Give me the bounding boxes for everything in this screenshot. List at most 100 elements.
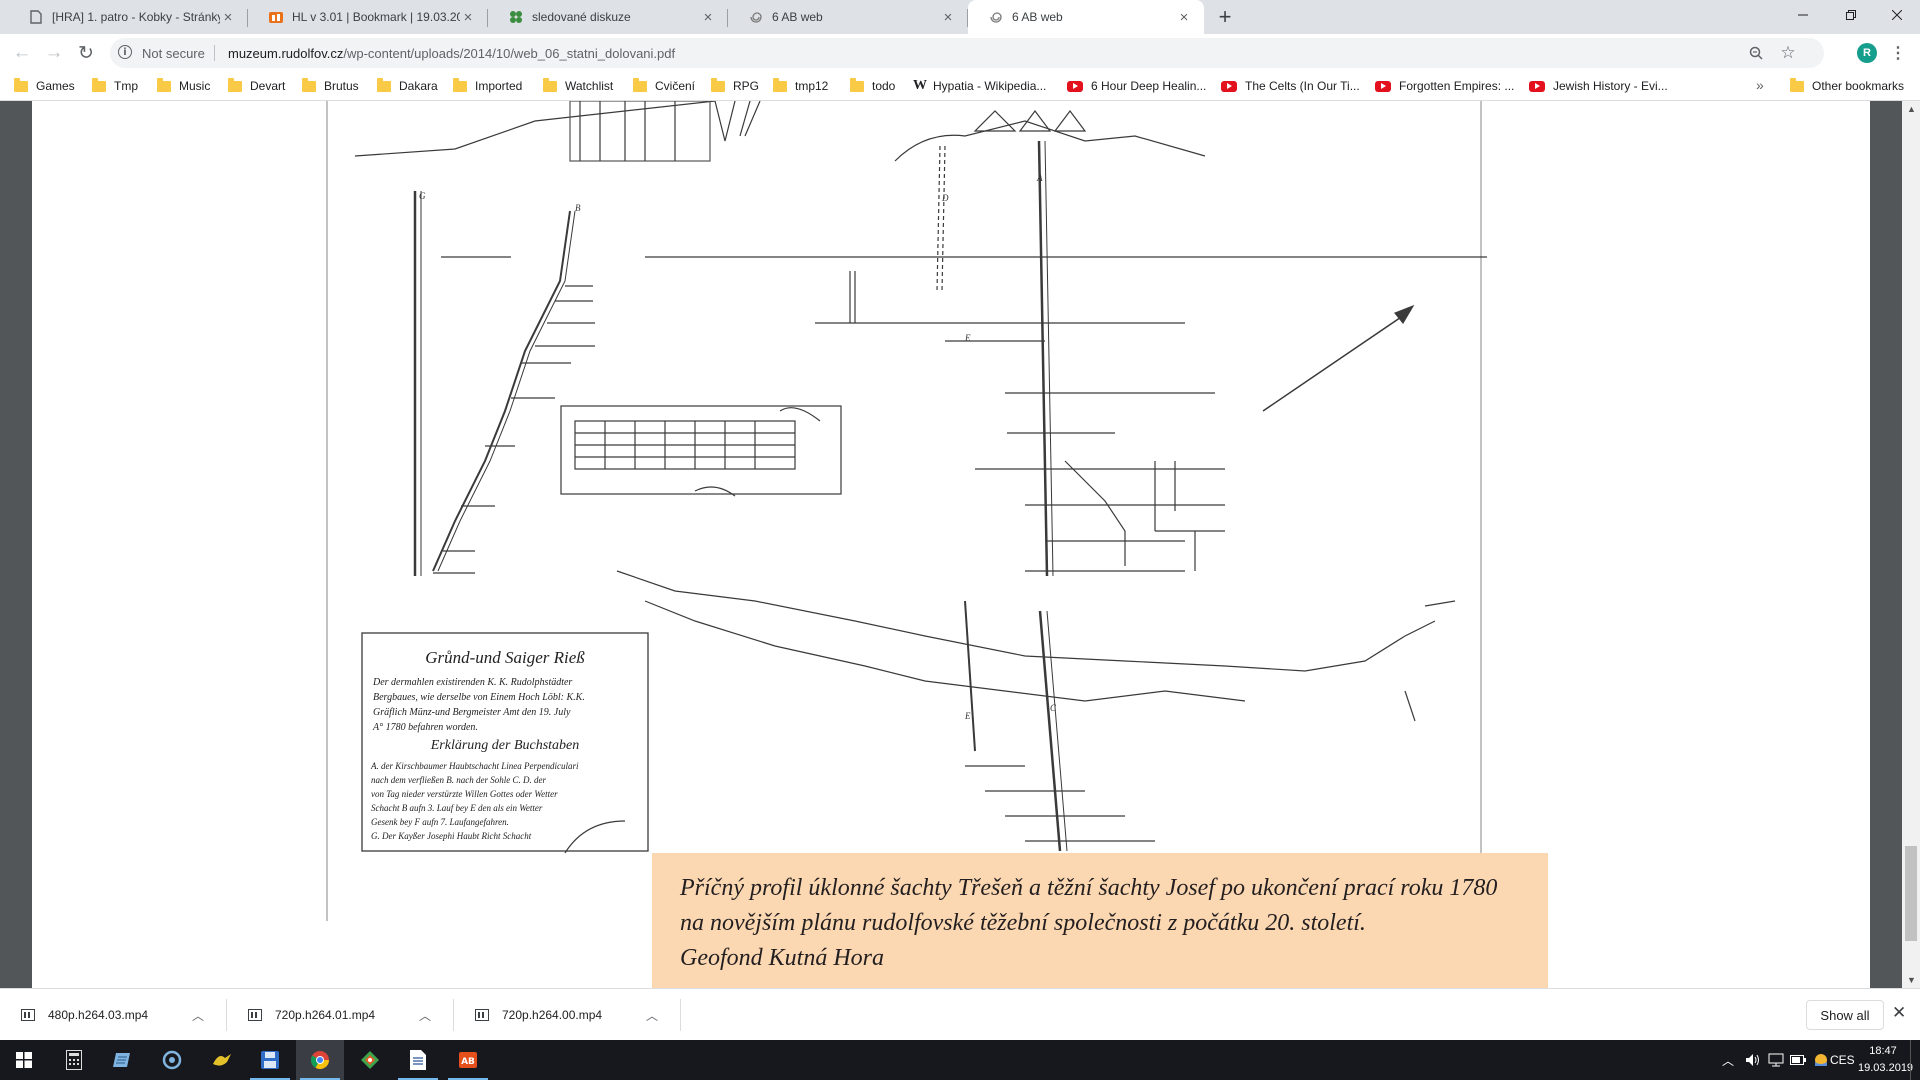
bookmark-games[interactable]: Games bbox=[14, 77, 75, 95]
bookmark-brutus[interactable]: Brutus bbox=[302, 77, 359, 95]
bookmark-jewish-history[interactable]: Jewish History - Evi... bbox=[1529, 77, 1668, 95]
tab-hl-bookmark[interactable]: HL v 3.01 | Bookmark | 19.03.2019 × bbox=[248, 0, 488, 34]
close-tab-icon[interactable]: × bbox=[220, 9, 236, 26]
close-tab-icon[interactable]: × bbox=[700, 9, 716, 26]
svg-text:A: A bbox=[1036, 173, 1043, 183]
reload-button[interactable]: ↻ bbox=[72, 39, 100, 67]
notepad-icon[interactable] bbox=[98, 1040, 146, 1080]
close-tab-icon[interactable]: × bbox=[460, 9, 476, 26]
save-disk-icon[interactable] bbox=[246, 1040, 294, 1080]
download-item[interactable]: 720p.h264.01.mp4 ︿ bbox=[227, 989, 453, 1041]
bookmark-imported[interactable]: Imported bbox=[453, 77, 522, 95]
profile-avatar[interactable]: R bbox=[1857, 43, 1877, 63]
site-logo-icon bbox=[268, 9, 284, 25]
show-all-button[interactable]: Show all bbox=[1806, 1000, 1884, 1030]
bookmark-label: The Celts (In Our Ti... bbox=[1245, 79, 1360, 93]
show-hidden-icons-chevron-icon[interactable]: ︿ bbox=[1722, 1040, 1734, 1080]
calculator-icon[interactable] bbox=[50, 1040, 98, 1080]
chrome-menu-icon[interactable]: ⋮ bbox=[1890, 42, 1906, 64]
scroll-down-arrow-icon[interactable]: ▼ bbox=[1907, 975, 1916, 985]
bookmark-label: todo bbox=[872, 79, 896, 93]
bookmarks-overflow-button[interactable]: » bbox=[1756, 77, 1764, 93]
bookmark-star-icon[interactable]: ☆ bbox=[1778, 43, 1798, 63]
legend-text: A. der Kirschbaumer Haubtschacht Linea P… bbox=[370, 761, 579, 771]
taskbar-clock[interactable]: 18:47 19.03.2019 bbox=[1858, 1043, 1913, 1077]
caption-line: Geofond Kutná Hora bbox=[680, 945, 884, 971]
bookmark-forgotten-empires[interactable]: Forgotten Empires: ... bbox=[1375, 77, 1514, 95]
legend-text: Gräflich Münz-und Bergmeister Amt den 19… bbox=[373, 707, 571, 718]
folder-icon bbox=[773, 77, 787, 92]
scrollbar-thumb[interactable] bbox=[1905, 846, 1917, 941]
info-icon[interactable]: i bbox=[118, 45, 132, 59]
bookmark-rpg[interactable]: RPG bbox=[711, 77, 759, 95]
tab-hra-kobky[interactable]: [HRA] 1. patro - Kobky - Stránky × bbox=[8, 0, 248, 34]
download-item[interactable]: 480p.h264.03.mp4 ︿ bbox=[0, 989, 226, 1041]
bookmark-label: Jewish History - Evi... bbox=[1553, 79, 1668, 93]
bookmark-label: tmp12 bbox=[795, 79, 829, 93]
bookmark-label: Imported bbox=[475, 79, 523, 93]
youtube-icon bbox=[1221, 80, 1237, 92]
browser-e-icon[interactable] bbox=[148, 1040, 196, 1080]
media-app-icon[interactable]: AB bbox=[444, 1040, 492, 1080]
chevron-up-icon[interactable]: ︿ bbox=[188, 1007, 208, 1024]
close-tab-icon[interactable]: × bbox=[1176, 9, 1192, 26]
battery-icon[interactable] bbox=[1790, 1040, 1806, 1080]
back-button[interactable]: ← bbox=[8, 39, 36, 67]
tab-title: 6 AB web bbox=[1012, 10, 1063, 24]
volume-icon[interactable] bbox=[1745, 1040, 1761, 1080]
tab-6-ab-web-active[interactable]: 6 AB web × bbox=[968, 0, 1204, 34]
bookmark-other[interactable]: Other bookmarks bbox=[1790, 77, 1904, 95]
windows-taskbar: AB ︿ CES 18:47 19.03.2019 bbox=[0, 1040, 1920, 1080]
input-language[interactable]: CES bbox=[1830, 1040, 1855, 1080]
chrome-icon[interactable] bbox=[296, 1040, 344, 1080]
forum-icon bbox=[508, 9, 524, 25]
bookmark-watchlist[interactable]: Watchlist bbox=[543, 77, 613, 95]
bookmark-hypatia[interactable]: W Hypatia - Wikipedia... bbox=[913, 77, 1046, 95]
minimize-button[interactable] bbox=[1780, 0, 1826, 30]
scroll-up-arrow-icon[interactable]: ▲ bbox=[1907, 104, 1916, 114]
restore-button[interactable] bbox=[1828, 0, 1874, 30]
bird-app-icon[interactable] bbox=[198, 1040, 246, 1080]
close-tab-icon[interactable]: × bbox=[940, 9, 956, 26]
bookmark-tmp[interactable]: Tmp bbox=[92, 77, 138, 95]
svg-text:AB: AB bbox=[461, 1057, 475, 1067]
tab-title: 6 AB web bbox=[772, 10, 823, 24]
url-text[interactable]: muzeum.rudolfov.cz/wp-content/uploads/20… bbox=[228, 46, 675, 61]
address-bar[interactable]: i Not secure muzeum.rudolfov.cz/wp-conte… bbox=[110, 38, 1824, 68]
download-item[interactable]: 720p.h264.00.mp4 ︿ bbox=[454, 989, 680, 1041]
show-desktop-button[interactable] bbox=[1910, 1040, 1920, 1080]
tab-sledovane-diskuze[interactable]: sledované diskuze × bbox=[488, 0, 728, 34]
network-icon[interactable] bbox=[1768, 1040, 1784, 1080]
git-diamond-icon[interactable] bbox=[346, 1040, 394, 1080]
chevron-up-icon[interactable]: ︿ bbox=[415, 1007, 435, 1024]
vertical-scrollbar[interactable]: ▲ ▼ bbox=[1902, 101, 1920, 988]
bookmark-the-celts[interactable]: The Celts (In Our Ti... bbox=[1221, 77, 1360, 95]
bookmark-cviceni[interactable]: Cvičení bbox=[633, 77, 695, 95]
bookmark-dakara[interactable]: Dakara bbox=[377, 77, 438, 95]
mine-plan-illustration: G B A D E C E Grůnd-und Saiger Rieß Der … bbox=[326, 101, 1495, 921]
forward-button[interactable]: → bbox=[40, 39, 68, 67]
pdf-page[interactable]: G B A D E C E Grůnd-und Saiger Rieß Der … bbox=[32, 101, 1870, 988]
folder-icon bbox=[14, 77, 28, 92]
download-filename: 720p.h264.01.mp4 bbox=[275, 1008, 376, 1022]
tab-6-ab-web[interactable]: 6 AB web × bbox=[728, 0, 968, 34]
weather-icon[interactable] bbox=[1813, 1040, 1829, 1080]
zoom-icon[interactable] bbox=[1746, 43, 1766, 63]
bookmark-deep-healing[interactable]: 6 Hour Deep Healin... bbox=[1067, 77, 1206, 95]
video-file-icon bbox=[20, 1007, 36, 1023]
divider bbox=[680, 999, 681, 1031]
chevron-up-icon[interactable]: ︿ bbox=[642, 1007, 662, 1024]
bookmark-tmp12[interactable]: tmp12 bbox=[773, 77, 828, 95]
close-window-button[interactable] bbox=[1874, 0, 1920, 30]
document-icon[interactable] bbox=[394, 1040, 442, 1080]
bookmark-todo[interactable]: todo bbox=[850, 77, 895, 95]
bookmark-label: Watchlist bbox=[565, 79, 614, 93]
windows-start-icon[interactable] bbox=[0, 1040, 48, 1080]
new-tab-button[interactable]: + bbox=[1212, 4, 1238, 30]
bookmark-music[interactable]: Music bbox=[157, 77, 210, 95]
bookmark-label: 6 Hour Deep Healin... bbox=[1091, 79, 1207, 93]
close-icon[interactable]: ✕ bbox=[1892, 1003, 1906, 1023]
url-host: muzeum.rudolfov.cz bbox=[228, 46, 344, 61]
bookmark-devart[interactable]: Devart bbox=[228, 77, 285, 95]
bookmark-label: Music bbox=[179, 79, 211, 93]
